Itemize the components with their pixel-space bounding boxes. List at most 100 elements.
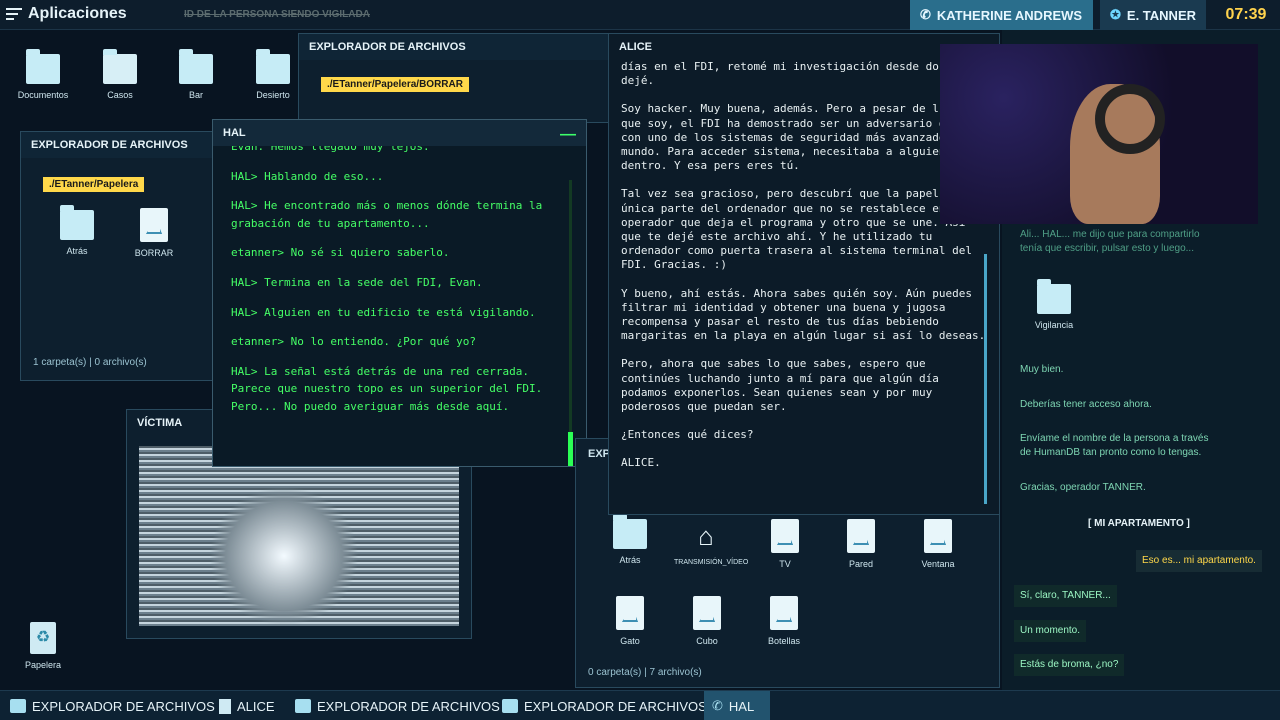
applications-menu-button[interactable]: Aplicaciones xyxy=(6,5,127,23)
hal-line: HAL> La señal está detrás de una red cer… xyxy=(231,364,543,413)
file-label: Cubo xyxy=(696,636,718,646)
folder-icon xyxy=(179,49,213,84)
image-file-tv[interactable]: TV xyxy=(753,519,817,569)
hal-line: Evan. Hemos llegado muy lejos. xyxy=(231,146,430,153)
folder-icon xyxy=(1037,279,1071,314)
alice-paragraph: días en el FDI, retomé mi investigación … xyxy=(621,60,959,88)
explorer-window-left[interactable]: EXPLORADOR DE ARCHIVOS ./ETanner/Papeler… xyxy=(20,131,226,381)
video-stream-file[interactable]: ⌂ TRANSMISIÓN_VÍDEO xyxy=(674,519,748,566)
chat-message: Gracias, operador TANNER. xyxy=(1020,482,1146,493)
user-badge-icon: ✪ xyxy=(1110,7,1121,22)
phone-icon: ✆ xyxy=(712,698,723,713)
alice-paragraph: Tal vez sea gracioso, pero descubrí que … xyxy=(621,187,986,272)
victim-video-feed xyxy=(139,446,459,626)
hal-line: HAL> Hablando de eso... xyxy=(231,169,384,183)
taskbar-item-explorer-2[interactable]: EXPLORADOR DE ARCHIVOS xyxy=(295,691,500,720)
back-folder[interactable]: Atrás xyxy=(45,205,109,256)
recycle-bin-icon: ♻ xyxy=(30,622,56,654)
file-label: Ventana xyxy=(921,559,955,569)
desktop-icon-bar[interactable]: Bar xyxy=(164,49,228,100)
desktop-icon-papelera[interactable]: ♻ Papelera xyxy=(11,622,75,670)
status-text: 1 carpeta(s) | 0 archivo(s) xyxy=(33,357,147,368)
chat-message: Ali... HAL... me dijo que para compartir… xyxy=(1020,229,1200,254)
chat-message: Sí, claro, TANNER... xyxy=(1014,585,1117,607)
window-title: EXPLORADOR DE ARCHIVOS xyxy=(299,34,609,60)
status-text: 0 carpeta(s) | 7 archivo(s) xyxy=(588,667,702,678)
desktop-icon-desierto[interactable]: Desierto xyxy=(241,49,305,100)
window-title: EXP xyxy=(588,448,611,460)
taskbar: EXPLORADOR DE ARCHIVOS ALICE EXPLORADOR … xyxy=(0,690,1280,720)
camera-icon: ⌂ xyxy=(698,521,714,551)
scrollbar[interactable] xyxy=(984,254,987,504)
my-message: Eso es... mi apartamento. xyxy=(1136,550,1262,572)
menu-icon xyxy=(6,8,22,20)
hal-log[interactable]: Evan. Hemos llegado muy lejos. HAL> Habl… xyxy=(213,146,586,466)
clock: 07:39 xyxy=(1225,6,1267,23)
taskbar-item-explorer-1[interactable]: EXPLORADOR DE ARCHIVOS xyxy=(10,691,215,720)
image-file-icon xyxy=(693,596,721,630)
file-label: TRANSMISIÓN_VÍDEO xyxy=(674,559,749,566)
path-label: ./ETanner/Papelera xyxy=(43,177,145,192)
window-title: HAL xyxy=(213,120,586,146)
contact-pill[interactable]: ✆ KATHERINE ANDREWS xyxy=(910,0,1093,30)
explorer-window-main[interactable]: EXPLORADOR DE ARCHIVOS ./ETanner/Papeler… xyxy=(298,33,610,123)
back-folder[interactable]: Atrás xyxy=(598,514,662,565)
image-file-gato[interactable]: Gato xyxy=(598,596,662,646)
taskbar-label: HAL xyxy=(728,698,755,714)
folder-icon xyxy=(256,49,290,84)
user-pill[interactable]: ✪ E. TANNER xyxy=(1100,0,1206,30)
scrollbar[interactable] xyxy=(568,180,573,466)
desktop-icon-documentos[interactable]: Documentos xyxy=(11,49,75,100)
image-file-botellas[interactable]: Botellas xyxy=(752,596,816,646)
applications-label: Aplicaciones xyxy=(28,5,127,22)
file-label: Gato xyxy=(620,636,640,646)
chat-message: Muy bien. xyxy=(1020,364,1064,375)
taskbar-item-explorer-3[interactable]: EXPLORADOR DE ARCHIVOS xyxy=(502,691,707,720)
alice-paragraph: Pero, ahora que sabes lo que sabes, espe… xyxy=(621,357,939,414)
folder-icon xyxy=(10,699,26,713)
folder-icon xyxy=(502,699,518,713)
file-label: TV xyxy=(779,559,791,569)
top-bar: Aplicaciones ID DE LA PERSONA SIENDO VIG… xyxy=(0,0,1280,30)
folder-back-icon xyxy=(613,514,647,549)
apartment-link[interactable]: [ MI APARTAMENTO ] xyxy=(1088,517,1190,531)
hal-terminal-window[interactable]: HAL — Evan. Hemos llegado muy lejos. HAL… xyxy=(212,119,587,467)
image-file-icon xyxy=(616,596,644,630)
tracked-id-label: ID DE LA PERSONA SIENDO VIGILADA xyxy=(184,9,370,20)
borrar-zip[interactable]: BORRAR xyxy=(122,208,186,258)
desktop-icon-casos[interactable]: Casos xyxy=(88,49,152,100)
file-label: Pared xyxy=(848,559,874,569)
image-file-cubo[interactable]: Cubo xyxy=(675,596,739,646)
desktop-icon-label: Desierto xyxy=(256,90,290,100)
image-file-icon xyxy=(770,596,798,630)
window-title: EXPLORADOR DE ARCHIVOS xyxy=(21,132,225,158)
taskbar-label: EXPLORADOR DE ARCHIVOS xyxy=(32,698,215,714)
minimize-icon[interactable]: — xyxy=(560,126,576,144)
alice-paragraph: ALICE. xyxy=(621,456,661,470)
image-file-pared[interactable]: Pared xyxy=(829,519,893,569)
path-label: ./ETanner/Papelera/BORRAR xyxy=(321,77,469,92)
folder-icon xyxy=(295,699,311,713)
taskbar-label: EXPLORADOR DE ARCHIVOS xyxy=(524,698,707,714)
alice-paragraph: Soy hacker. Muy buena, además. Pero a pe… xyxy=(621,102,979,173)
user-name: E. TANNER xyxy=(1126,7,1197,23)
image-file-ventana[interactable]: Ventana xyxy=(906,519,970,569)
desktop-icon-label: Papelera xyxy=(24,660,62,670)
taskbar-item-hal[interactable]: ✆ HAL xyxy=(704,691,770,720)
chat-message: Deberías tener acceso ahora. xyxy=(1020,399,1152,410)
contact-name: KATHERINE ANDREWS xyxy=(936,7,1083,23)
shared-folder-vigilancia[interactable]: Vigilancia xyxy=(1022,279,1086,330)
desktop-icon-label: Documentos xyxy=(17,90,69,100)
image-file-icon xyxy=(924,519,952,553)
tray-icon xyxy=(103,49,137,84)
taskbar-label: ALICE xyxy=(237,698,275,714)
taskbar-item-alice[interactable]: ALICE xyxy=(219,691,275,720)
image-file-icon xyxy=(847,519,875,553)
alice-paragraph: Y bueno, ahí estás. Ahora sabes quién so… xyxy=(621,286,986,343)
chat-message: Envíame el nombre de la persona a través… xyxy=(1020,433,1209,458)
zip-file-icon xyxy=(140,208,168,242)
hal-line: HAL> Termina en la sede del FDI, Evan. xyxy=(231,275,483,289)
taskbar-label: EXPLORADOR DE ARCHIVOS xyxy=(317,698,500,714)
folder-icon xyxy=(26,49,60,84)
file-label: Atrás xyxy=(66,246,88,256)
